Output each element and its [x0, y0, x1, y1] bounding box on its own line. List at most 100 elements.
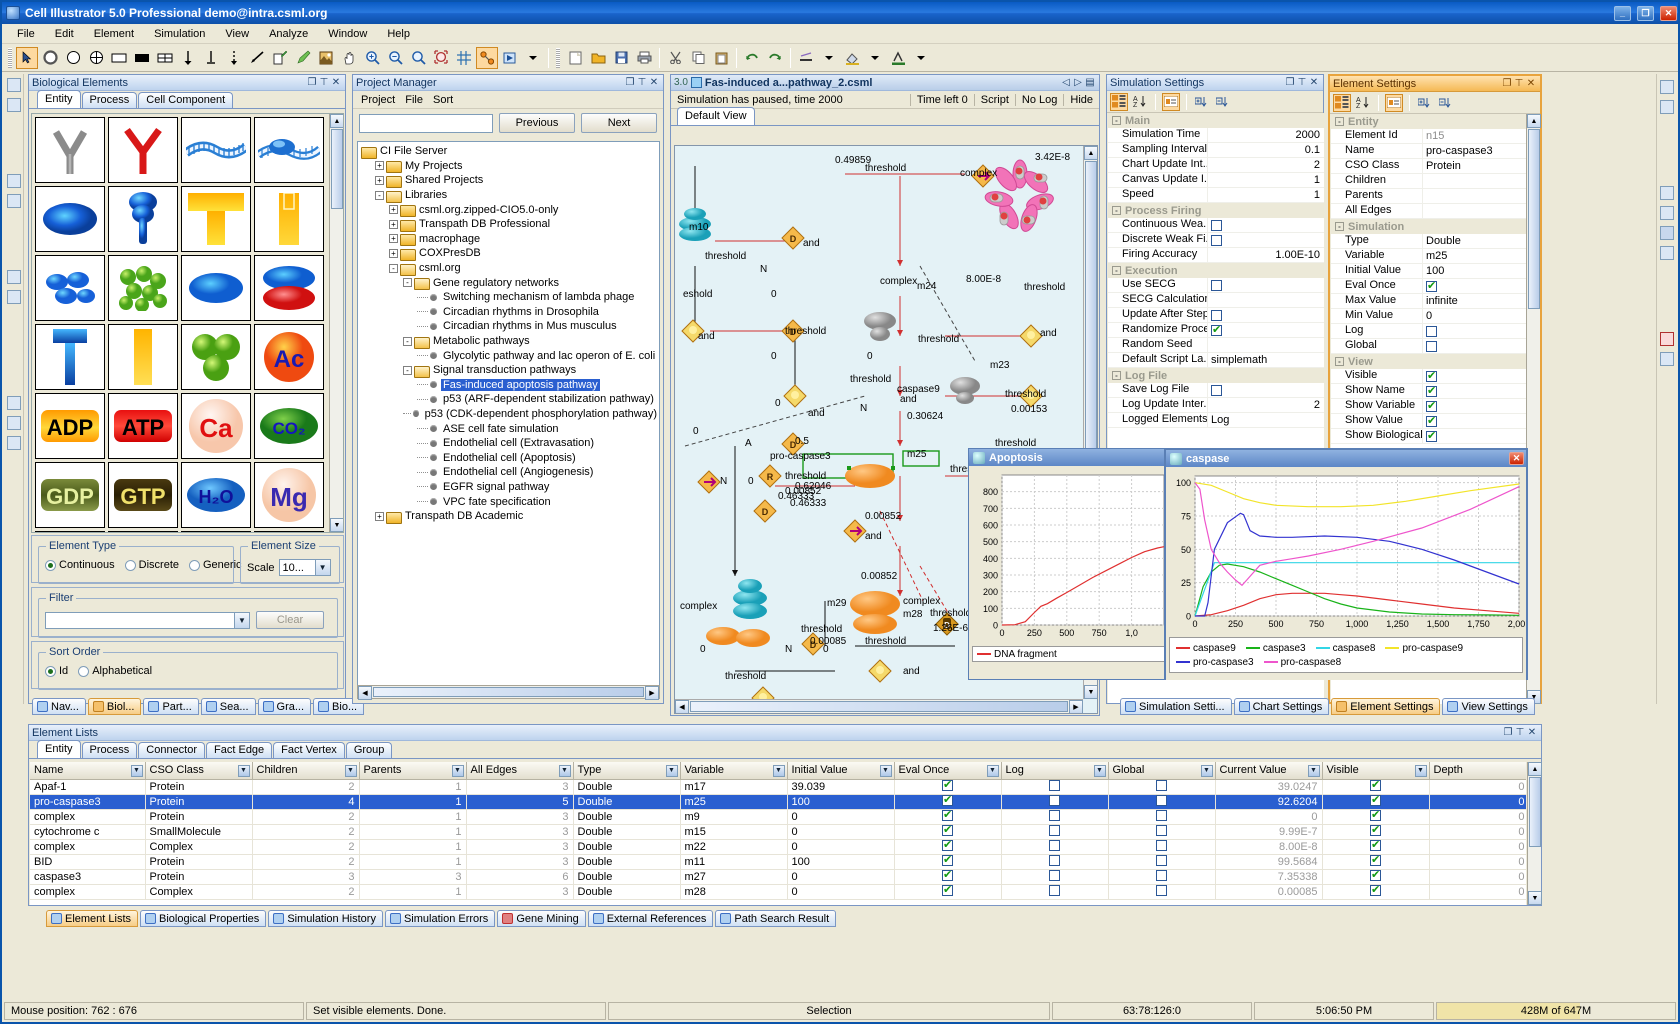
previous-button[interactable]: Previous — [499, 113, 575, 133]
row-checkbox[interactable] — [942, 780, 953, 791]
column-header[interactable]: Initial Value▼ — [787, 762, 894, 779]
category-expander[interactable]: - — [1112, 371, 1121, 380]
table-row[interactable]: complexProtein213Doublem9000 — [30, 809, 1526, 824]
element-lists-tab-process[interactable]: Process — [82, 742, 138, 758]
property-category[interactable]: -Main — [1108, 113, 1324, 128]
property-checkbox[interactable] — [1426, 416, 1437, 427]
project-tree[interactable]: CI File Server+My Projects+Shared Projec… — [357, 141, 660, 686]
property-value-cell[interactable]: simplemath — [1208, 353, 1324, 367]
open-folder-icon[interactable] — [587, 47, 609, 69]
column-header[interactable]: Visible▼ — [1322, 762, 1429, 779]
hide-button[interactable]: Hide — [1063, 94, 1099, 106]
palette-item-p[interactable]: P — [108, 531, 178, 532]
left-tab-search[interactable]: Sea... — [201, 698, 256, 715]
left-tab-part[interactable]: Part... — [143, 698, 198, 715]
bottom-tab-path-search-result[interactable]: Path Search Result — [715, 910, 836, 927]
zoom-in-icon[interactable] — [361, 47, 383, 69]
bottom-tab-simulation-history[interactable]: Simulation History — [268, 910, 383, 927]
cell-visible[interactable] — [1322, 854, 1429, 869]
toolbar-grip-2[interactable] — [556, 48, 560, 68]
dock-icon-6[interactable] — [7, 290, 21, 304]
line-style-icon[interactable] — [795, 47, 817, 69]
doc-next-icon[interactable]: ▷ — [1072, 77, 1084, 89]
element-settings-scrollbar[interactable]: ▲ ▼ — [1526, 114, 1540, 704]
element-lists-tab-connector[interactable]: Connector — [138, 742, 205, 758]
row-checkbox[interactable] — [1370, 870, 1381, 881]
element-lists-tab-entity[interactable]: Entity — [37, 740, 81, 758]
bottom-tab-element-lists[interactable]: Element Lists — [46, 910, 138, 927]
tree-item[interactable]: -Signal transduction pathways — [361, 363, 659, 378]
palette-item-h2o[interactable]: H₂O — [181, 462, 251, 528]
cell-eval-once[interactable] — [894, 779, 1001, 794]
palette-item-dna-protein[interactable] — [254, 117, 324, 183]
print-icon[interactable] — [633, 47, 655, 69]
el-scroll-thumb[interactable] — [1529, 777, 1541, 847]
right-dock-icon-3[interactable] — [1660, 186, 1674, 200]
es-alphabetical-icon[interactable]: AZ — [1354, 94, 1372, 112]
property-checkbox[interactable] — [1426, 386, 1437, 397]
ss-float-icon[interactable]: ❐ — [1284, 77, 1296, 89]
row-checkbox[interactable] — [1156, 855, 1167, 866]
column-filter-icon[interactable]: ▼ — [1415, 765, 1427, 777]
category-expander[interactable]: - — [1112, 116, 1121, 125]
left-tab-nav[interactable]: Nav... — [32, 698, 86, 715]
tree-expander[interactable]: - — [403, 278, 412, 287]
property-row[interactable]: SECG Calculation... — [1108, 293, 1324, 308]
connector-line-icon[interactable] — [246, 47, 268, 69]
cell-log[interactable] — [1001, 884, 1108, 899]
fill-color-icon[interactable] — [841, 47, 863, 69]
row-checkbox[interactable] — [1370, 825, 1381, 836]
property-checkbox[interactable] — [1426, 431, 1437, 442]
collapse-icon[interactable] — [1214, 93, 1232, 111]
right-dock-icon-1[interactable] — [1660, 80, 1674, 94]
tree-item[interactable]: +Transpath DB Academic — [361, 509, 659, 524]
row-checkbox[interactable] — [1049, 810, 1060, 821]
es-scroll-up-button[interactable]: ▲ — [1527, 114, 1541, 128]
property-value-cell[interactable]: 1 — [1423, 189, 1539, 203]
canvas-scroll-up-button[interactable]: ▲ — [1084, 146, 1098, 160]
pm-scroll-right-button[interactable]: ▶ — [645, 686, 659, 700]
dock-icon-3[interactable] — [7, 174, 21, 188]
row-checkbox[interactable] — [1370, 840, 1381, 851]
el-scroll-down-button[interactable]: ▼ — [1528, 891, 1542, 905]
doc-list-icon[interactable]: ▤ — [1084, 77, 1096, 89]
dock-icon-8[interactable] — [7, 416, 21, 430]
property-value-cell[interactable] — [1423, 369, 1539, 383]
cell-eval-once[interactable] — [894, 809, 1001, 824]
property-row[interactable]: Visible — [1331, 369, 1539, 384]
property-value-cell[interactable] — [1423, 384, 1539, 398]
tree-item[interactable]: -Libraries — [361, 188, 659, 203]
property-row[interactable]: Parents1 — [1331, 189, 1539, 204]
row-checkbox[interactable] — [1156, 795, 1167, 806]
property-value-cell[interactable]: Log — [1208, 413, 1324, 427]
row-checkbox[interactable] — [1156, 810, 1167, 821]
menu-help[interactable]: Help — [378, 26, 419, 42]
caspase-chart-close-button[interactable]: ✕ — [1509, 452, 1524, 465]
property-row[interactable]: CSO ClassProtein — [1331, 159, 1539, 174]
expand-icon[interactable] — [1193, 93, 1211, 111]
right-dock-icon-5[interactable] — [1660, 226, 1674, 240]
column-header[interactable]: Current Value▼ — [1215, 762, 1322, 779]
row-checkbox[interactable] — [1370, 780, 1381, 791]
maximize-button[interactable]: ❐ — [1637, 6, 1654, 21]
cell-log[interactable] — [1001, 854, 1108, 869]
property-row[interactable]: All Edges5 — [1331, 204, 1539, 219]
tree-item[interactable]: CI File Server — [361, 144, 659, 159]
property-row[interactable]: Use SECG — [1108, 278, 1324, 293]
canvas-hscrollbar[interactable]: ◀ ▶ — [675, 699, 1083, 713]
row-checkbox[interactable] — [1370, 885, 1381, 896]
left-tab-graph[interactable]: Gra... — [258, 698, 312, 715]
property-value-cell[interactable] — [1423, 279, 1539, 293]
palette-item-receptor-orange-bar[interactable] — [254, 186, 324, 252]
property-row[interactable]: Global — [1331, 339, 1539, 354]
arrow-down-icon[interactable] — [177, 47, 199, 69]
tree-item[interactable]: +COXPresDB — [361, 246, 659, 261]
es-pin-icon[interactable]: ⊤ — [1513, 78, 1525, 90]
menu-edit[interactable]: Edit — [46, 26, 83, 42]
process-rect-icon[interactable] — [108, 47, 130, 69]
right-dock-icon-4[interactable] — [1660, 206, 1674, 220]
cell-visible[interactable] — [1322, 794, 1429, 809]
palette-item-complex-green[interactable] — [108, 255, 178, 321]
pm-scroll-thumb[interactable] — [373, 687, 644, 697]
row-checkbox[interactable] — [1049, 885, 1060, 896]
